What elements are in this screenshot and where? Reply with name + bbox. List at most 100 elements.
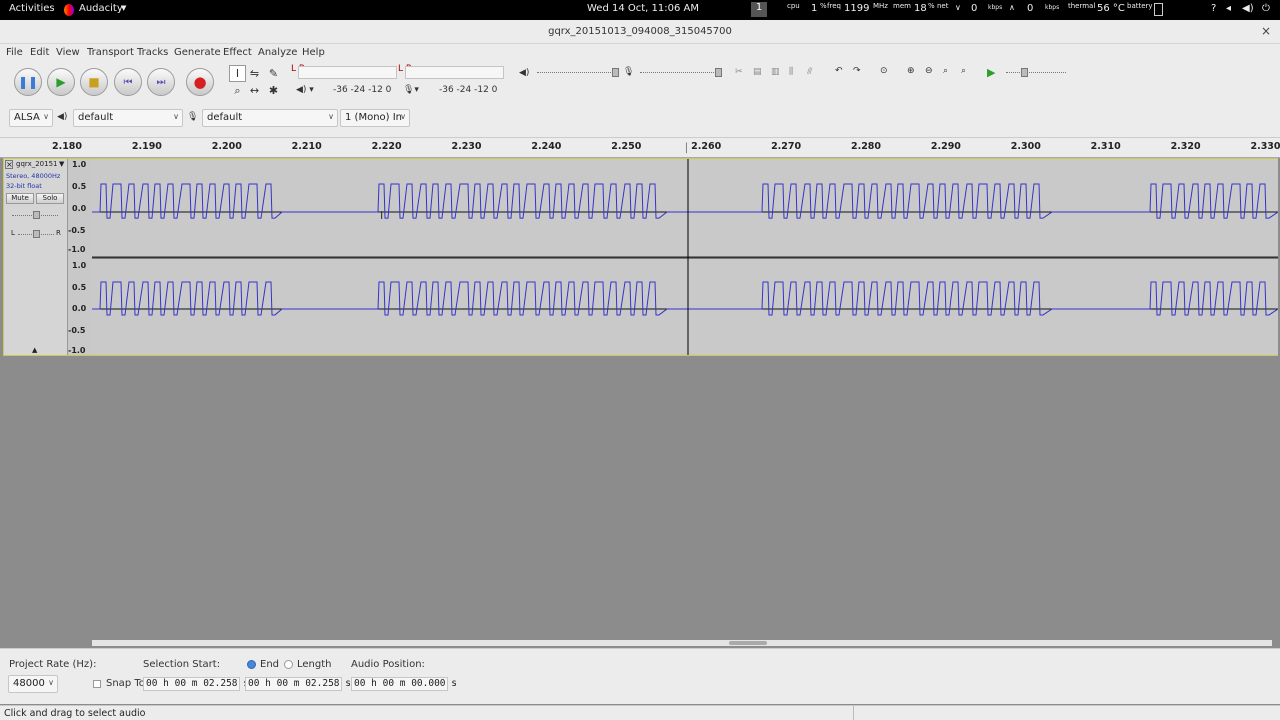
- length-radio[interactable]: [284, 660, 293, 669]
- solo-button[interactable]: Solo: [36, 193, 64, 204]
- fit-project-icon[interactable]: ⌕: [961, 66, 966, 76]
- skip-to-end-button[interactable]: ⏭: [147, 68, 175, 96]
- end-radio[interactable]: [247, 660, 256, 669]
- collapse-track-icon[interactable]: ▲: [32, 346, 37, 354]
- track-name-menu[interactable]: gqrx_20151: [16, 160, 58, 168]
- volume-menu-icon[interactable]: ◀) ▾: [296, 85, 314, 95]
- power-icon[interactable]: ⏻: [1262, 3, 1270, 14]
- chevron-down-icon: ▼: [59, 160, 65, 168]
- track-panel[interactable]: × gqrx_20151 ▼ Stereo, 48000Hz 32-bit fl…: [3, 158, 1279, 356]
- trim-icon[interactable]: ⫼: [789, 67, 793, 77]
- network-icon[interactable]: ◂: [1226, 3, 1231, 14]
- paste-icon[interactable]: ▥: [771, 67, 780, 77]
- cpu-label: cpu: [787, 2, 800, 10]
- skip-start-icon: ⏮: [123, 76, 133, 88]
- activities-button[interactable]: Activities: [9, 3, 55, 14]
- record-button[interactable]: ●: [186, 68, 214, 96]
- menu-help[interactable]: Help: [302, 47, 325, 58]
- volume-icon[interactable]: ◀): [1242, 3, 1254, 14]
- chevron-down-icon: ∨: [328, 112, 334, 121]
- timeline-ruler[interactable]: 2.180 2.190 2.200 2.210 2.220 2.230 2.240 2.250…: [0, 138, 1280, 158]
- menu-edit[interactable]: Edit: [30, 47, 49, 58]
- timeshift-tool-icon[interactable]: ↔: [246, 82, 263, 99]
- menu-generate[interactable]: Generate: [174, 47, 221, 58]
- stop-button[interactable]: ■: [80, 68, 108, 96]
- record-volume-slider[interactable]: [640, 72, 720, 73]
- status-text: Click and drag to select audio: [4, 708, 146, 719]
- horizontal-scrollbar[interactable]: [92, 640, 1272, 646]
- zoom-tool-icon[interactable]: ⌕: [229, 82, 246, 99]
- scale-bot-m05: -0.5: [68, 326, 86, 335]
- audio-position-time[interactable]: 00 h 00 m 00.000 s: [351, 677, 457, 691]
- playback-volume-slider[interactable]: [537, 72, 617, 73]
- copy-icon[interactable]: ▤: [753, 67, 762, 77]
- mute-button[interactable]: Mute: [6, 193, 34, 204]
- gain-slider-thumb[interactable]: [33, 211, 40, 219]
- net-chevron-icon: ∨: [955, 3, 961, 12]
- horizontal-scrollbar-thumb[interactable]: [729, 641, 767, 645]
- project-rate-select[interactable]: 48000 ∨: [8, 675, 58, 693]
- track-info-rate: Stereo, 48000Hz: [6, 172, 61, 180]
- workspace-indicator[interactable]: 1: [751, 2, 767, 17]
- status-bar: Click and drag to select audio: [0, 705, 1280, 720]
- track-close-icon[interactable]: ×: [5, 160, 13, 169]
- track-control-panel: × gqrx_20151 ▼ Stereo, 48000Hz 32-bit fl…: [4, 159, 68, 355]
- draw-tool-icon[interactable]: ✎: [265, 65, 282, 82]
- output-device-select[interactable]: default ∨: [73, 109, 183, 127]
- audio-host-select[interactable]: ALSA ∨: [9, 109, 53, 127]
- play-speed-slider[interactable]: [1006, 72, 1066, 73]
- play-meter-scale: -36 -24 -12 0: [439, 85, 498, 95]
- selection-start-time[interactable]: 00 h 00 m 02.258 s: [143, 677, 249, 691]
- skip-to-start-button[interactable]: ⏮: [114, 68, 142, 96]
- help-icon[interactable]: ?: [1211, 3, 1216, 14]
- playback-meter[interactable]: [405, 66, 504, 79]
- sync-lock-icon[interactable]: ⊙: [880, 66, 888, 76]
- project-rate-value: 48000: [13, 678, 45, 689]
- play-icon: ▶: [56, 75, 66, 89]
- record-meter[interactable]: [298, 66, 397, 79]
- selection-end-time[interactable]: 00 h 00 m 02.258 s: [245, 677, 351, 691]
- menu-analyze[interactable]: Analyze: [258, 47, 297, 58]
- close-window-icon[interactable]: ×: [1261, 24, 1271, 38]
- pan-slider-thumb[interactable]: [33, 230, 40, 238]
- playback-volume-thumb[interactable]: [612, 68, 619, 77]
- app-menu-button[interactable]: Audacity: [79, 3, 123, 14]
- play-button[interactable]: ▶: [47, 68, 75, 96]
- record-volume-thumb[interactable]: [715, 68, 722, 77]
- waveform-area[interactable]: I: [92, 159, 1279, 355]
- cpu-value: 1: [811, 3, 818, 14]
- snap-to-checkbox[interactable]: [93, 680, 101, 688]
- net-up-icon: ∧: [1009, 3, 1015, 12]
- zoom-in-icon[interactable]: ⊕: [907, 66, 915, 76]
- input-device-select[interactable]: default ∨: [202, 109, 338, 127]
- redo-icon[interactable]: ↷: [853, 66, 861, 76]
- cut-icon[interactable]: ✂: [735, 67, 743, 77]
- pause-button[interactable]: ❚❚: [14, 68, 42, 96]
- envelope-tool-icon[interactable]: ⇋: [246, 65, 263, 82]
- menu-transport[interactable]: Transport: [87, 47, 134, 58]
- menu-effect[interactable]: Effect: [223, 47, 252, 58]
- play-speed-thumb[interactable]: [1021, 68, 1028, 77]
- silence-icon[interactable]: ⫻: [807, 67, 812, 77]
- menu-view[interactable]: View: [56, 47, 80, 58]
- menu-tracks[interactable]: Tracks: [137, 47, 168, 58]
- length-label: Length: [297, 659, 332, 670]
- zoom-out-icon[interactable]: ⊖: [925, 66, 933, 76]
- pause-icon: ❚❚: [17, 75, 39, 89]
- snap-to-label: Snap To: [106, 678, 145, 689]
- mem-label: mem: [893, 2, 911, 10]
- selection-tool-icon[interactable]: I: [229, 65, 246, 82]
- multi-tool-icon[interactable]: ✱: [265, 82, 282, 99]
- mic-menu-icon[interactable]: 🎙▾: [403, 85, 419, 95]
- fit-selection-icon[interactable]: ⌕: [943, 66, 948, 76]
- clock[interactable]: Wed 14 Oct, 11:06 AM: [587, 3, 699, 14]
- menu-file[interactable]: File: [6, 47, 23, 58]
- net-label: net: [937, 2, 949, 10]
- undo-icon[interactable]: ↶: [835, 66, 843, 76]
- input-channels-select[interactable]: 1 (Mono) In ∨: [340, 109, 410, 127]
- record-meter-scale: -36 -24 -12 0: [333, 85, 392, 95]
- waveform-svg[interactable]: [92, 159, 1279, 355]
- ruler-tick: 2.220: [371, 141, 402, 152]
- freq-unit: MHz: [873, 2, 888, 10]
- play-at-speed-icon[interactable]: ▶: [987, 66, 995, 79]
